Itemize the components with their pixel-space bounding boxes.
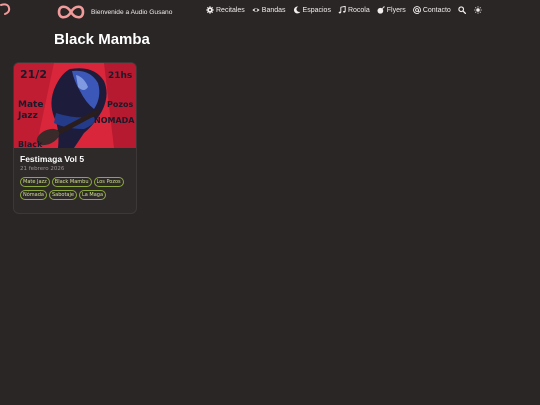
- brand-text: Bienvenide a Audio Gusano: [91, 8, 173, 16]
- nav-flyers-label: Flyers: [386, 6, 406, 14]
- nav-espacios[interactable]: Espacios: [293, 6, 331, 14]
- brand-link[interactable]: Bienvenide a Audio Gusano: [57, 4, 172, 20]
- flyer-jazz-text: Jazz: [17, 111, 38, 121]
- flyer-pozos-text: Pozos: [107, 100, 134, 109]
- event-card[interactable]: 21/2 21hs Mate Jazz Pozos NOMADA Black F…: [13, 62, 137, 214]
- band-tag[interactable]: Sabotaje: [48, 190, 77, 200]
- band-tag[interactable]: Mate Jazz: [20, 177, 50, 187]
- event-flyer-image: 21/2 21hs Mate Jazz Pozos NOMADA Black: [14, 63, 136, 148]
- band-tag[interactable]: La Maga: [78, 190, 107, 200]
- event-date: 21 febrero 2026: [20, 166, 65, 172]
- music-note-icon: [338, 6, 346, 14]
- sun-icon: [474, 6, 482, 14]
- search-icon: [458, 6, 466, 14]
- flyer-nomada-text: NOMADA: [94, 116, 135, 125]
- nav-contacto[interactable]: Contacto: [412, 6, 451, 14]
- moon-icon: [293, 6, 300, 14]
- flyer-date-text: 21/2: [20, 68, 47, 81]
- nav-bandas-label: Bandas: [261, 6, 286, 14]
- nav-bandas[interactable]: Bandas: [252, 6, 286, 14]
- gear-icon: [206, 6, 214, 14]
- nav-rocola[interactable]: Rocola: [338, 6, 370, 14]
- bomb-icon: [377, 6, 385, 14]
- band-tag[interactable]: Nómada: [20, 190, 47, 200]
- nav-contacto-label: Contacto: [422, 6, 451, 14]
- band-tag[interactable]: Los Pozos: [93, 177, 124, 187]
- eye-icon: [252, 8, 260, 12]
- nav-espacios-label: Espacios: [302, 6, 331, 14]
- band-tag[interactable]: Black Mambu: [51, 177, 92, 187]
- main-nav: Recitales Bandas Espacios Rocola Flyers …: [206, 6, 490, 14]
- nav-rocola-label: Rocola: [347, 6, 370, 14]
- nav-recitales[interactable]: Recitales: [206, 6, 245, 14]
- event-card-body: Festimaga Vol 5 21 febrero 2026 Mate Jaz…: [14, 148, 136, 209]
- page-title: Black Mamba: [54, 31, 150, 48]
- flyer-mate-text: Mate: [18, 100, 43, 110]
- infinity-logo-icon: [57, 5, 85, 19]
- nav-recitales-label: Recitales: [216, 6, 245, 14]
- top-navbar: Bienvenide a Audio Gusano Recitales Band: [0, 0, 540, 24]
- band-tags: Mate Jazz Black Mambu Los Pozos Nómada S…: [20, 177, 132, 203]
- search-button[interactable]: [458, 6, 466, 14]
- at-icon: [412, 6, 421, 14]
- flyer-black-text: Black: [18, 140, 43, 148]
- event-title[interactable]: Festimaga Vol 5: [20, 154, 130, 164]
- nav-flyers[interactable]: Flyers: [377, 6, 406, 14]
- theme-toggle-button[interactable]: [474, 6, 482, 14]
- flyer-time-text: 21hs: [108, 71, 132, 81]
